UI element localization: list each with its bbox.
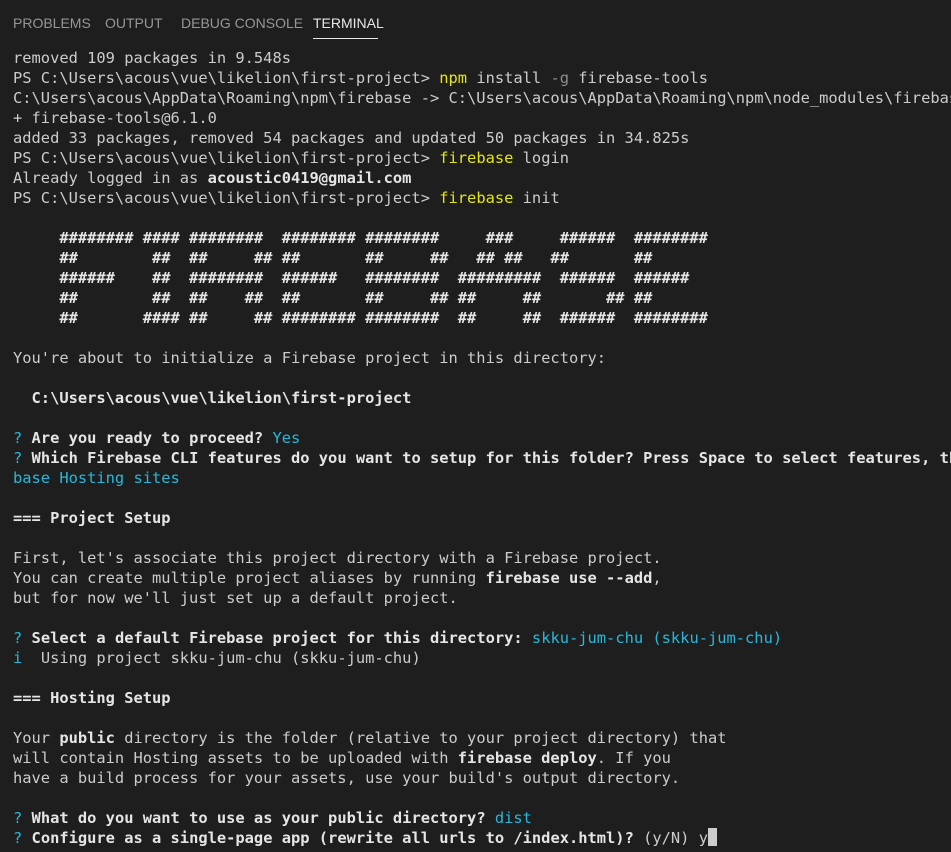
- firebase-banner-line: ######## #### ######## ######## ########…: [13, 229, 708, 247]
- terminal-line: added 33 packages, removed 54 packages a…: [13, 129, 690, 147]
- firebase-banner-line: ###### ## ######## ###### ######## #####…: [13, 269, 690, 287]
- firebase-banner-line: ## ## ## ## ## ## ## ## ## ## ##: [13, 289, 653, 307]
- tab-terminal[interactable]: TERMINAL: [313, 15, 384, 31]
- terminal-line: base Hosting sites: [13, 469, 180, 487]
- terminal-line: ? Are you ready to proceed? Yes: [13, 429, 301, 447]
- terminal-line: removed 109 packages in 9.548s: [13, 49, 291, 67]
- terminal-line: will contain Hosting assets to be upload…: [13, 749, 671, 767]
- tab-problems[interactable]: PROBLEMS: [13, 15, 91, 31]
- firebase-banner-line: ## #### ## ## ######## ######## ## ## ##…: [13, 309, 708, 327]
- terminal-line: ? Select a default Firebase project for …: [13, 629, 783, 647]
- terminal-line: Your public directory is the folder (rel…: [13, 729, 727, 747]
- terminal-line: PS C:\Users\acous\vue\likelion\first-pro…: [13, 69, 709, 87]
- terminal-line: You can create multiple project aliases …: [13, 569, 662, 587]
- tab-output[interactable]: OUTPUT: [105, 15, 163, 31]
- terminal-line: PS C:\Users\acous\vue\likelion\first-pro…: [13, 149, 569, 167]
- terminal-line: ? What do you want to use as your public…: [13, 809, 532, 827]
- terminal-line: You're about to initialize a Firebase pr…: [13, 349, 607, 367]
- panel-tab-bar: PROBLEMS OUTPUT DEBUG CONSOLE TERMINAL: [0, 0, 951, 46]
- terminal-line: === Hosting Setup: [13, 689, 171, 707]
- terminal-line: First, let's associate this project dire…: [13, 549, 662, 567]
- terminal-line: Already logged in as acoustic0419@gmail.…: [13, 169, 412, 187]
- terminal-line: ? Which Firebase CLI features do you wan…: [13, 449, 951, 467]
- terminal-input-line[interactable]: ? Configure as a single-page app (rewrit…: [13, 828, 951, 848]
- terminal-line: === Project Setup: [13, 509, 171, 527]
- terminal-line: have a build process for your assets, us…: [13, 769, 681, 787]
- terminal-line: but for now we'll just set up a default …: [13, 589, 458, 607]
- tab-debug-console[interactable]: DEBUG CONSOLE: [181, 15, 303, 31]
- terminal-line: PS C:\Users\acous\vue\likelion\first-pro…: [13, 189, 560, 207]
- terminal-output[interactable]: removed 109 packages in 9.548s PS C:\Use…: [13, 48, 951, 852]
- terminal-line: C:\Users\acous\AppData\Roaming\npm\fireb…: [13, 89, 951, 107]
- terminal-line: i Using project skku-jum-chu (skku-jum-c…: [13, 649, 421, 667]
- firebase-banner-line: ## ## ## ## ## ## ## ## ## ## ##: [13, 249, 653, 267]
- terminal-line: C:\Users\acous\vue\likelion\first-projec…: [13, 389, 412, 407]
- terminal-cursor: [708, 828, 717, 846]
- active-tab-indicator: [313, 38, 378, 39]
- terminal-line: + firebase-tools@6.1.0: [13, 109, 217, 127]
